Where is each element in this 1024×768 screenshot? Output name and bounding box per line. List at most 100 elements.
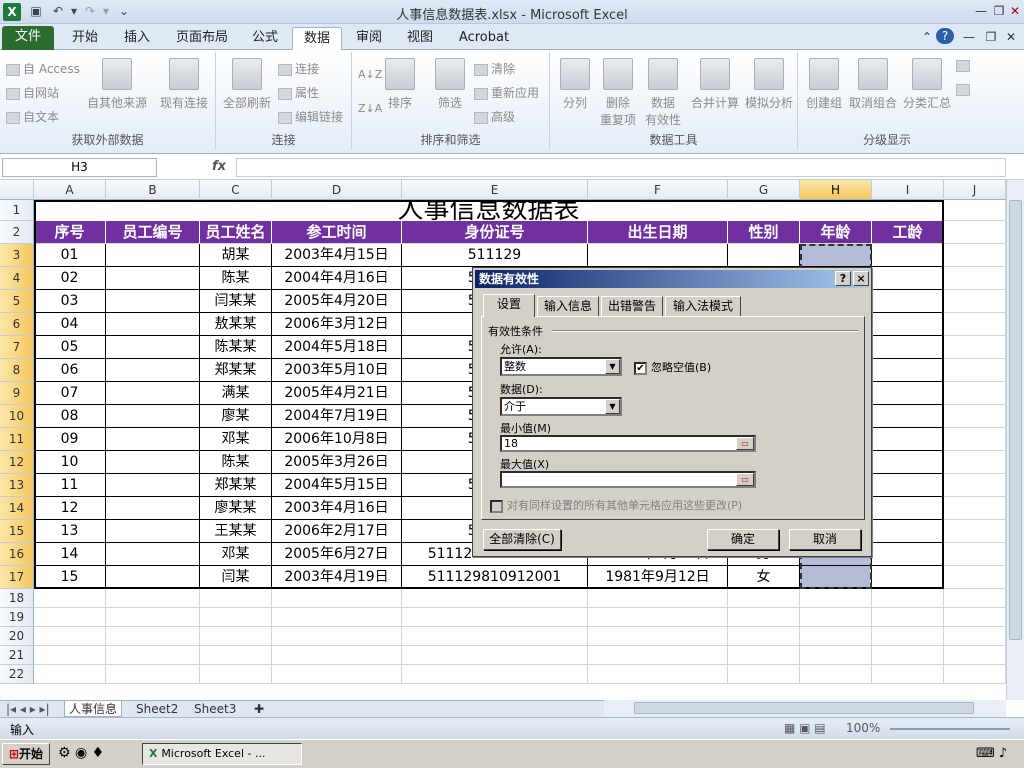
row-header-11[interactable]: 11 <box>0 428 34 451</box>
data-cell[interactable]: 王某某 <box>200 520 272 543</box>
data-cell[interactable] <box>800 566 872 589</box>
data-cell[interactable]: 2003年4月19日 <box>272 566 402 589</box>
clear-button[interactable]: 清除 <box>474 60 515 78</box>
header-cell[interactable]: 工龄 <box>872 221 944 244</box>
cell[interactable] <box>106 608 200 627</box>
sort-button[interactable]: 排序 <box>384 58 416 111</box>
data-cell[interactable]: 09 <box>34 428 106 451</box>
data-cell[interactable] <box>106 451 200 474</box>
data-cell[interactable]: 2003年5月10日 <box>272 359 402 382</box>
row-header-12[interactable]: 12 <box>0 451 34 474</box>
data-cell[interactable]: 01 <box>34 244 106 267</box>
wb-close-icon[interactable]: ✕ <box>1002 29 1020 45</box>
cell[interactable] <box>800 646 872 665</box>
cell[interactable] <box>200 646 272 665</box>
select-all-corner[interactable] <box>0 180 34 200</box>
cell[interactable] <box>728 608 800 627</box>
wb-restore-icon[interactable]: ❐ <box>982 29 1000 45</box>
data-cell[interactable] <box>106 428 200 451</box>
cell[interactable] <box>944 543 1006 566</box>
data-cell[interactable]: 廖某某 <box>200 497 272 520</box>
data-cell[interactable] <box>872 244 944 267</box>
cell[interactable] <box>34 589 106 608</box>
vertical-scrollbar[interactable] <box>1006 180 1024 700</box>
existing-connections-button[interactable]: 现有连接 <box>158 58 210 111</box>
data-cell[interactable]: 2004年7月19日 <box>272 405 402 428</box>
cell[interactable] <box>728 627 800 646</box>
header-cell[interactable]: 员工姓名 <box>200 221 272 244</box>
cell[interactable] <box>34 665 106 684</box>
row-header-13[interactable]: 13 <box>0 474 34 497</box>
cell[interactable] <box>944 520 1006 543</box>
data-cell[interactable]: 1981年9月12日 <box>588 566 728 589</box>
row-header-9[interactable]: 9 <box>0 382 34 405</box>
data-cell[interactable] <box>872 267 944 290</box>
cell[interactable] <box>872 589 944 608</box>
data-cell[interactable]: 2003年4月15日 <box>272 244 402 267</box>
sort-az-button[interactable]: A↓Z <box>358 66 382 84</box>
column-header-C[interactable]: C <box>200 180 272 200</box>
cell[interactable] <box>728 589 800 608</box>
row-header-20[interactable]: 20 <box>0 627 34 646</box>
data-cell[interactable]: 2005年4月21日 <box>272 382 402 405</box>
clear-all-button[interactable]: 全部清除(C) <box>483 529 561 550</box>
cell[interactable] <box>272 627 402 646</box>
cell[interactable] <box>872 608 944 627</box>
data-cell[interactable] <box>106 313 200 336</box>
data-cell[interactable]: 闫某 <box>200 566 272 589</box>
tab-review[interactable]: 审阅 <box>348 27 390 50</box>
cell[interactable] <box>872 627 944 646</box>
cell[interactable] <box>200 627 272 646</box>
reapply-button[interactable]: 重新应用 <box>474 84 539 102</box>
cell[interactable] <box>728 665 800 684</box>
name-box[interactable]: H3 <box>2 158 157 177</box>
header-cell[interactable]: 年龄 <box>800 221 872 244</box>
min-value-input[interactable]: 18 ▭ <box>500 435 756 452</box>
dialog-help-button[interactable]: ? <box>835 271 851 286</box>
consolidate-button[interactable]: 合并计算 <box>690 58 740 111</box>
tab-insert[interactable]: 插入 <box>114 27 160 50</box>
header-cell[interactable]: 出生日期 <box>588 221 728 244</box>
data-cell[interactable]: 满某 <box>200 382 272 405</box>
hide-detail-icon[interactable] <box>956 80 973 98</box>
horizontal-scroll-thumb[interactable] <box>634 702 974 714</box>
sheet-tab-3[interactable]: Sheet3 <box>190 701 240 717</box>
data-cell[interactable] <box>872 313 944 336</box>
data-cell[interactable] <box>106 382 200 405</box>
row-header-3[interactable]: 3 <box>0 244 34 267</box>
edit-links-button[interactable]: 编辑链接 <box>278 108 343 126</box>
cell[interactable] <box>944 497 1006 520</box>
row-header-8[interactable]: 8 <box>0 359 34 382</box>
sheet-tab-2[interactable]: Sheet2 <box>132 701 182 717</box>
data-cell[interactable] <box>106 520 200 543</box>
data-cell[interactable]: 女 <box>728 566 800 589</box>
data-cell[interactable]: 陈某 <box>200 267 272 290</box>
row-header-1[interactable]: 1 <box>0 200 34 221</box>
cell[interactable] <box>944 244 1006 267</box>
data-cell[interactable]: 2005年4月20日 <box>272 290 402 313</box>
cell[interactable] <box>944 627 1006 646</box>
row-header-21[interactable]: 21 <box>0 646 34 665</box>
cell[interactable] <box>944 589 1006 608</box>
remove-duplicates-button[interactable]: 删除 重复项 <box>598 58 638 128</box>
cell[interactable] <box>800 608 872 627</box>
dialog-tab-input-message[interactable]: 输入信息 <box>537 296 599 316</box>
cell[interactable] <box>588 665 728 684</box>
cell[interactable] <box>728 646 800 665</box>
data-cell[interactable]: 15 <box>34 566 106 589</box>
refresh-all-button[interactable]: 全部刷新 <box>220 58 274 111</box>
data-cell[interactable]: 2005年6月27日 <box>272 543 402 566</box>
column-header-B[interactable]: B <box>106 180 200 200</box>
dialog-close-button[interactable]: × <box>853 271 869 286</box>
data-cell[interactable] <box>588 244 728 267</box>
data-cell[interactable]: 陈某某 <box>200 336 272 359</box>
data-cell[interactable]: 14 <box>34 543 106 566</box>
cell[interactable] <box>106 665 200 684</box>
data-cell[interactable]: 08 <box>34 405 106 428</box>
column-header-F[interactable]: F <box>588 180 728 200</box>
row-header-7[interactable]: 7 <box>0 336 34 359</box>
max-value-input[interactable]: ▭ <box>500 471 756 488</box>
cell[interactable] <box>944 428 1006 451</box>
column-header-G[interactable]: G <box>728 180 800 200</box>
data-cell[interactable] <box>872 474 944 497</box>
